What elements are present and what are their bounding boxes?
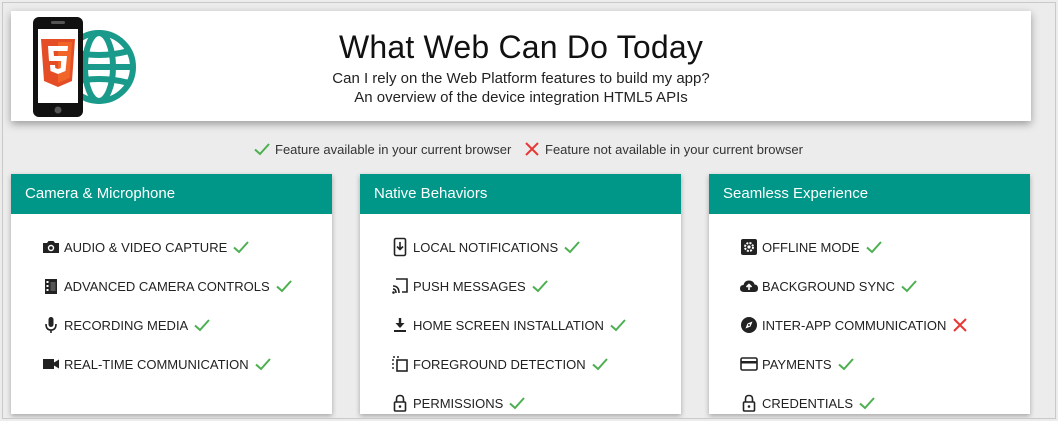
feature-label: RECORDING MEDIA bbox=[64, 317, 189, 333]
feature-item[interactable]: CREDENTIALS bbox=[739, 392, 876, 414]
feature-item[interactable]: BACKGROUND SYNC bbox=[739, 275, 918, 297]
check-icon bbox=[254, 143, 270, 156]
feature-item[interactable]: AUDIO & VIDEO CAPTURE bbox=[41, 236, 250, 258]
card-title: Seamless Experience bbox=[709, 174, 1030, 214]
cast-icon bbox=[392, 278, 408, 294]
check-icon bbox=[532, 280, 548, 293]
feature-label: HOME SCREEN INSTALLATION bbox=[413, 317, 604, 333]
page-title: What Web Can Do Today bbox=[338, 29, 704, 65]
check-icon bbox=[859, 397, 875, 410]
select-window-icon bbox=[392, 356, 408, 372]
feature-label: REAL-TIME COMMUNICATION bbox=[64, 356, 249, 372]
check-icon bbox=[610, 319, 626, 332]
check-icon bbox=[233, 241, 249, 254]
check-icon bbox=[275, 280, 292, 293]
feature-label: AUDIO & VIDEO CAPTURE bbox=[64, 239, 228, 255]
feature-item[interactable]: ADVANCED CAMERA CONTROLS bbox=[41, 275, 293, 297]
cloud-upload-icon bbox=[740, 280, 758, 292]
feature-label: PERMISSIONS bbox=[413, 395, 504, 411]
legend-unavailable-label: Feature not available in your current br… bbox=[545, 141, 803, 157]
check-icon bbox=[564, 241, 580, 254]
subtitle-line-1: Can I rely on the Web Platform features … bbox=[332, 70, 710, 87]
lock-icon bbox=[393, 394, 407, 412]
compass-icon bbox=[741, 317, 757, 333]
check-icon bbox=[509, 397, 526, 410]
feature-label: CREDENTIALS bbox=[762, 395, 854, 411]
check-icon bbox=[194, 319, 210, 332]
feature-item[interactable]: REAL-TIME COMMUNICATION bbox=[41, 353, 272, 375]
page-header: What Web Can Do Today Can I rely on the … bbox=[11, 11, 1031, 121]
legend-available-label: Feature available in your current browse… bbox=[275, 141, 512, 157]
feature-item[interactable]: RECORDING MEDIA bbox=[41, 314, 211, 336]
phone-download-icon bbox=[393, 237, 407, 257]
cross-icon bbox=[953, 318, 968, 332]
legend: Feature available in your current browse… bbox=[3, 141, 1055, 161]
feature-item[interactable]: PERMISSIONS bbox=[390, 392, 526, 414]
feature-label: INTER-APP COMMUNICATION bbox=[762, 317, 947, 333]
feature-label: LOCAL NOTIFICATIONS bbox=[413, 239, 559, 255]
card-title: Camera & Microphone bbox=[11, 174, 332, 214]
feature-item[interactable]: LOCAL NOTIFICATIONS bbox=[390, 236, 581, 258]
feature-item[interactable]: INTER-APP COMMUNICATION bbox=[739, 314, 969, 336]
subtitle-line-2: An overview of the device integration HT… bbox=[354, 89, 688, 106]
feature-label: PAYMENTS bbox=[762, 356, 832, 372]
card-native-behaviors: Native Behaviors LOCAL NOTIFICATIONS PUS… bbox=[360, 174, 681, 414]
check-icon bbox=[591, 358, 608, 371]
legend-available: Feature available in your current browse… bbox=[253, 141, 511, 157]
check-icon bbox=[837, 358, 854, 371]
cross-icon bbox=[525, 142, 539, 156]
camera-icon bbox=[43, 241, 59, 253]
feature-label: FOREGROUND DETECTION bbox=[413, 356, 586, 372]
check-icon bbox=[254, 358, 271, 371]
film-icon bbox=[45, 279, 57, 294]
page-frame: What Web Can Do Today Can I rely on the … bbox=[2, 2, 1056, 419]
download-icon bbox=[394, 318, 406, 332]
feature-label: BACKGROUND SYNC bbox=[762, 278, 895, 294]
feature-item[interactable]: PUSH MESSAGES bbox=[390, 275, 549, 297]
feature-item[interactable]: HOME SCREEN INSTALLATION bbox=[390, 314, 627, 336]
feature-label: OFFLINE MODE bbox=[762, 239, 860, 255]
feature-item[interactable]: FOREGROUND DETECTION bbox=[390, 353, 609, 375]
check-icon bbox=[865, 241, 882, 254]
card-camera-microphone: Camera & Microphone AUDIO & VIDEO CAPTUR… bbox=[11, 174, 332, 414]
microphone-icon bbox=[45, 317, 57, 333]
videocam-icon bbox=[43, 359, 59, 369]
feature-item[interactable]: PAYMENTS bbox=[739, 353, 855, 375]
settings-box-icon bbox=[741, 239, 757, 255]
card-seamless-experience: Seamless Experience OFFLINE MODE BACKGRO… bbox=[709, 174, 1030, 414]
feature-label: ADVANCED CAMERA CONTROLS bbox=[64, 278, 270, 294]
feature-item[interactable]: OFFLINE MODE bbox=[739, 236, 883, 258]
lock-icon bbox=[742, 394, 756, 412]
feature-label: PUSH MESSAGES bbox=[413, 278, 526, 294]
credit-card-icon bbox=[740, 357, 758, 371]
page-subtitle: Can I rely on the Web Platform features … bbox=[11, 69, 1031, 107]
card-title: Native Behaviors bbox=[360, 174, 681, 214]
check-icon bbox=[901, 280, 917, 293]
legend-unavailable: Feature not available in your current br… bbox=[523, 141, 803, 157]
